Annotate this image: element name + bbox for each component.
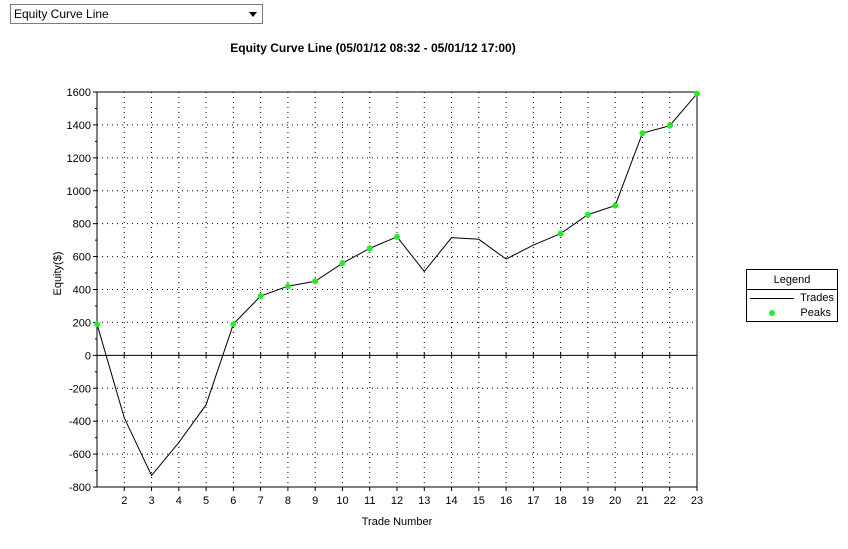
equity-chart: -800 -600 -400 -200 0 200 400 600 800 1000 1200 140… — [52, 87, 703, 528]
x-tick-label: 14 — [445, 495, 457, 507]
x-tick-label: 10 — [336, 495, 348, 507]
peak-point — [694, 90, 700, 97]
y-tick-label: 1400 — [67, 120, 91, 132]
x-tick-label: 7 — [258, 495, 264, 507]
peak-point — [394, 233, 400, 240]
x-tick-label: 19 — [582, 495, 594, 507]
x-tick-label: 6 — [230, 495, 236, 507]
peak-point — [584, 211, 591, 218]
y-tick-label: -200 — [69, 383, 91, 395]
y-tick-label: 400 — [73, 285, 91, 297]
peak-point — [312, 278, 319, 285]
x-tick-label: 17 — [527, 495, 539, 507]
y-tick-label: -400 — [69, 416, 91, 428]
peak-point — [612, 202, 619, 209]
x-tick-label: 23 — [691, 495, 703, 507]
x-tick-label: 11 — [364, 495, 375, 507]
legend-peaks-swatch — [769, 310, 775, 316]
peak-point — [94, 321, 100, 328]
x-tick-label: 18 — [555, 495, 567, 507]
x-tick-label: 5 — [203, 495, 209, 507]
x-tick-label: 3 — [148, 495, 154, 507]
legend-trades-label: Trades — [800, 292, 834, 304]
y-tick-label: -800 — [69, 482, 91, 494]
peak-point — [366, 245, 373, 252]
x-tick-label: 20 — [609, 495, 621, 507]
peak-point — [557, 230, 564, 237]
x-tick-label: 13 — [418, 495, 430, 507]
y-tick-label: 600 — [73, 252, 91, 264]
chart-legend: Legend Trades Peaks — [746, 269, 838, 322]
peak-point — [257, 293, 264, 300]
legend-peaks-label: Peaks — [800, 307, 831, 319]
x-tick-label: 15 — [473, 495, 485, 507]
y-tick-label: -600 — [69, 449, 91, 461]
x-tick-label: 4 — [176, 495, 182, 507]
y-tick-label: 200 — [73, 317, 91, 329]
x-tick-label: 8 — [285, 495, 291, 507]
y-tick-label: 1000 — [67, 186, 91, 198]
peak-point — [284, 283, 291, 290]
y-tick-label: 1200 — [67, 153, 91, 165]
legend-title: Legend — [773, 274, 811, 286]
y-axis-label: Equity($) — [52, 251, 64, 295]
peak-point — [230, 321, 237, 328]
y-tick-label: 800 — [73, 219, 91, 231]
peak-point — [339, 260, 346, 267]
x-tick-label: 16 — [500, 495, 512, 507]
x-tick-label: 21 — [636, 495, 648, 507]
y-tick-label: 1600 — [67, 87, 91, 99]
x-tick-label: 9 — [312, 495, 318, 507]
legend-divider — [747, 289, 837, 290]
x-tick-label: 12 — [391, 495, 403, 507]
y-tick-label: 0 — [85, 350, 91, 362]
x-tick-label: 2 — [121, 495, 127, 507]
peak-point — [666, 122, 673, 129]
peak-point — [639, 130, 646, 137]
x-axis-label: Trade Number — [362, 516, 433, 528]
legend-trades-swatch — [750, 298, 794, 299]
x-tick-label: 22 — [664, 495, 676, 507]
